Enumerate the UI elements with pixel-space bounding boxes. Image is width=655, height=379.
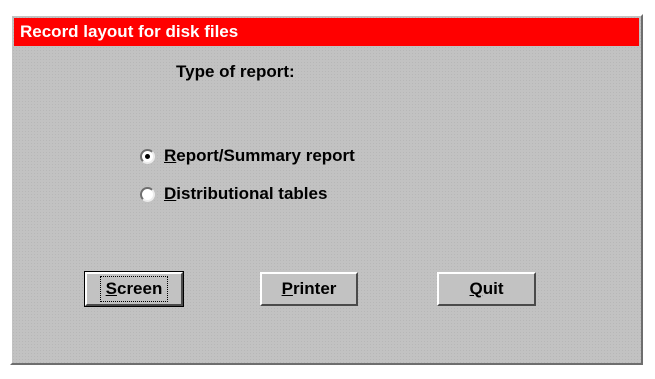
window-title: Record layout for disk files	[20, 22, 239, 41]
screen-button[interactable]: Screen	[84, 271, 184, 307]
printer-button-label: Printer	[281, 279, 337, 298]
printer-button[interactable]: Printer	[260, 272, 358, 306]
radio-dot	[145, 153, 150, 159]
report-type-label: Type of report:	[176, 62, 295, 81]
quit-button-label: Quit	[469, 279, 504, 298]
radio-label-distributional-tables: Distributional tables	[164, 184, 328, 203]
radio-button-unselected[interactable]	[140, 186, 155, 202]
screen-button-label: Screen	[99, 276, 169, 302]
radio-label-report-summary: Report/Summary report	[164, 146, 355, 165]
radio-distributional-tables[interactable]: Distributional tables	[140, 184, 327, 204]
radio-button-selected[interactable]	[140, 148, 155, 164]
radio-report-summary[interactable]: Report/Summary report	[140, 146, 355, 166]
quit-button[interactable]: Quit	[437, 272, 536, 306]
title-bar: Record layout for disk files	[14, 18, 639, 46]
